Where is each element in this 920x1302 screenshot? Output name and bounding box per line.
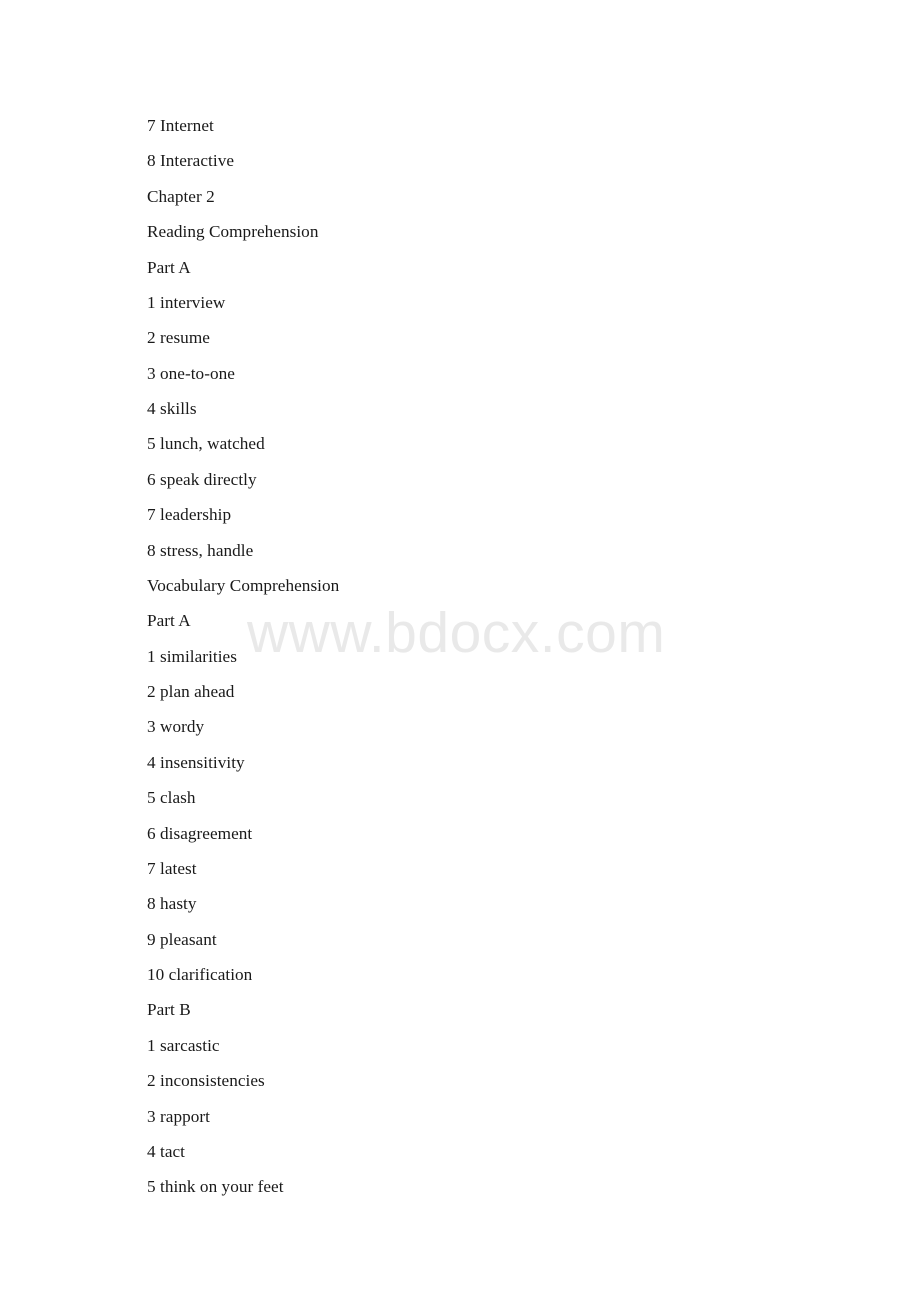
document-line: Reading Comprehension [147,222,319,242]
document-line: 5 think on your feet [147,1177,284,1197]
document-line: 1 sarcastic [147,1035,220,1055]
document-line: 1 similarities [147,646,237,666]
document-line: 2 plan ahead [147,682,235,701]
document-line: 7 leadership [147,505,232,525]
document-line: 9 pleasant [147,929,217,949]
document-line: 10 clarification [147,965,253,984]
document-line: 4 tact [147,1141,185,1161]
document-line: 8 Interactive [147,151,235,171]
document-line: Chapter 2 [147,186,215,206]
document-line: 4 insensitivity [147,752,245,772]
document-text-body: 7 Internet 8 Interactive Chapter 2 Reading … [147,108,847,1205]
document-line: 1 interview [147,292,226,312]
document-line: 7 latest [147,858,197,878]
document-line: Part A [147,257,191,277]
document-line: 3 one-to-one [147,363,235,383]
document-line: 2 resume [147,328,210,348]
document-line: 7 Internet [147,116,214,135]
document-line: Part B [147,1000,191,1020]
document-line: 5 clash [147,788,196,808]
document-line: 3 rapport [147,1106,210,1126]
document-line: 5 lunch, watched [147,434,265,454]
document-line: 8 hasty [147,894,197,914]
document-line: 6 speak directly [147,469,257,489]
document-line: 6 disagreement [147,823,253,843]
document-line: 2 inconsistencies [147,1071,265,1091]
document-page: www.bdocx.com 7 Internet 8 Interactive Cha… [0,0,920,1302]
document-line: 3 wordy [147,717,205,737]
document-line: Vocabulary Comprehension [147,575,340,595]
document-line: Part A [147,611,191,631]
document-line: 4 skills [147,399,197,418]
document-line: 8 stress, handle [147,540,254,560]
